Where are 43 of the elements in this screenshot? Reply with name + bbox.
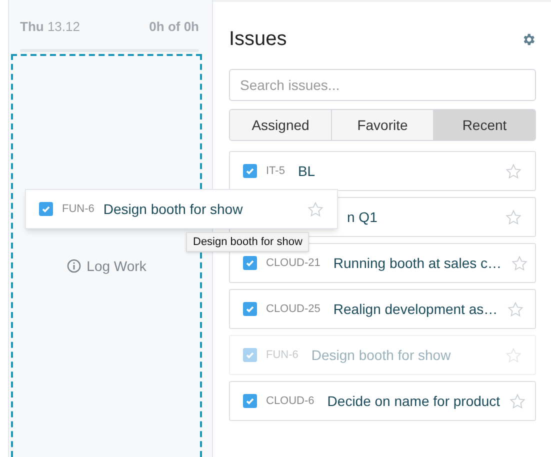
- issue-title: Realign development as…: [333, 300, 498, 319]
- hours-label: 0h of 0h: [149, 18, 199, 36]
- filter-tab[interactable]: Favorite: [331, 110, 433, 140]
- checkbox[interactable]: [243, 394, 257, 408]
- issue-key: FUN-6: [266, 346, 298, 364]
- issue-title: Running booth at sales c…: [333, 254, 502, 273]
- issue-row[interactable]: CLOUD-25 Realign development as…: [229, 289, 536, 329]
- checkmark-icon: [41, 204, 51, 214]
- issue-title: n Q1: [347, 208, 378, 227]
- info-icon: [66, 259, 81, 273]
- star-icon[interactable]: [510, 254, 528, 272]
- star-icon[interactable]: [505, 162, 522, 180]
- issue-title: Design booth for show: [311, 346, 452, 365]
- panel-title: Issues: [229, 27, 287, 52]
- checkmark-icon: [245, 396, 255, 406]
- checkmark-icon: [245, 304, 255, 314]
- issue-key: CLOUD-25: [266, 300, 320, 318]
- filter-tab[interactable]: Recent: [433, 110, 535, 140]
- issue-key: CLOUD-21: [266, 254, 320, 272]
- star-icon[interactable]: [505, 208, 522, 226]
- checkbox[interactable]: [243, 164, 257, 178]
- issue-row[interactable]: CLOUD-6 Decide on name for product: [229, 381, 536, 421]
- settings-icon[interactable]: [521, 32, 536, 46]
- issue-key: IT-5: [266, 162, 285, 180]
- checkmark-icon: [245, 258, 255, 268]
- star-icon[interactable]: [506, 300, 524, 318]
- issue-key: FUN-6: [62, 200, 94, 218]
- checkmark-icon: [245, 350, 255, 360]
- dragged-issue-card[interactable]: FUN-6 Design booth for show: [25, 189, 338, 229]
- star-icon[interactable]: [307, 200, 324, 218]
- checkmark-icon: [245, 166, 255, 176]
- day-label: Thu 13.12: [20, 18, 80, 36]
- issue-title: Decide on name for product: [327, 392, 500, 411]
- search-field[interactable]: Search issues...: [229, 69, 536, 101]
- star-icon[interactable]: [509, 392, 526, 410]
- checkbox[interactable]: [39, 202, 53, 216]
- issue-key: CLOUD-6: [266, 392, 314, 410]
- tooltip: Design booth for show: [186, 232, 310, 252]
- checkbox[interactable]: [243, 256, 257, 270]
- filter-tab[interactable]: Assigned: [230, 110, 331, 140]
- log-work-button[interactable]: Log Work: [66, 256, 146, 276]
- issue-title: BL: [298, 162, 316, 180]
- checkbox[interactable]: [243, 302, 257, 316]
